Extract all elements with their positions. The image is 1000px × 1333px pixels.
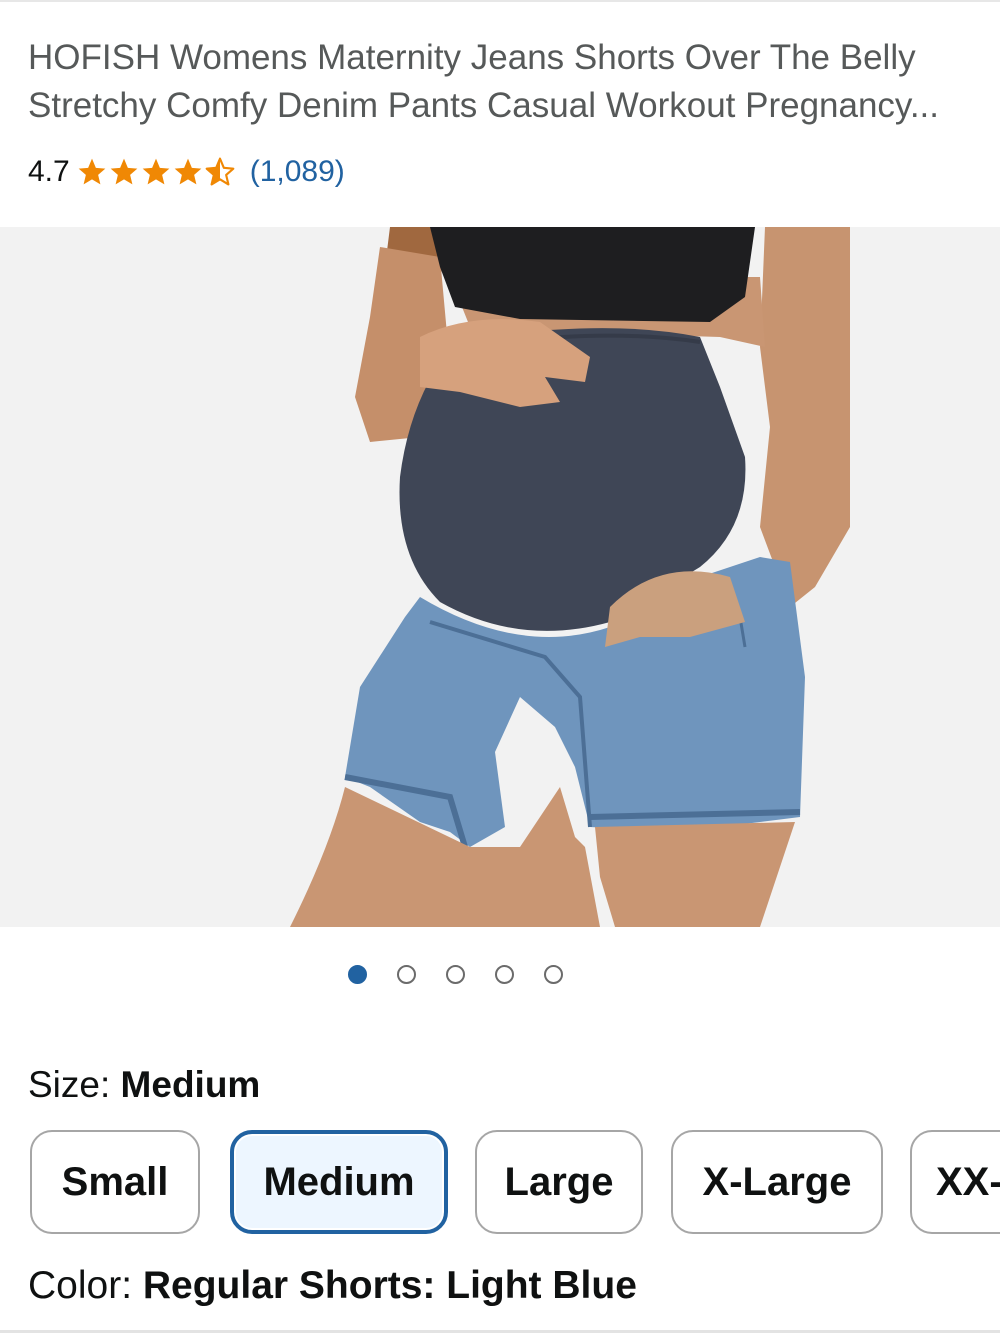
size-option-x-large[interactable]: X-Large	[671, 1130, 883, 1234]
star-half-icon	[205, 157, 235, 186]
product-title-line-1: HOFISH Womens Maternity Jeans Shorts Ove…	[28, 38, 916, 77]
star-full-icon	[110, 158, 138, 185]
product-title-line-2: Stretchy Comfy Denim Pants Casual Workou…	[28, 86, 940, 125]
star-rating	[76, 156, 236, 188]
size-option-medium[interactable]: Medium	[230, 1130, 448, 1234]
carousel-dot[interactable]	[494, 965, 514, 984]
top-divider	[0, 0, 1000, 2]
color-selected-value: Regular Shorts: Light Blue	[142, 1264, 637, 1307]
rating-count-link[interactable]: (1,089)	[250, 155, 345, 189]
product-title[interactable]: HOFISH Womens Maternity Jeans Shorts Ove…	[28, 34, 1000, 130]
carousel-dot[interactable]	[445, 965, 465, 984]
size-selected-value: Medium	[120, 1064, 261, 1105]
size-option-large[interactable]: Large	[475, 1130, 643, 1234]
color-label-prefix: Color:	[28, 1264, 143, 1307]
product-image	[0, 227, 1000, 927]
product-image-carousel[interactable]	[0, 227, 1000, 927]
carousel-dot[interactable]	[543, 965, 563, 984]
carousel-dot[interactable]	[396, 965, 416, 984]
star-full-icon	[78, 158, 106, 185]
star-full-icon	[174, 158, 202, 185]
size-option-xx-large[interactable]: XX-Large	[910, 1130, 1000, 1234]
size-option-small[interactable]: Small	[30, 1130, 200, 1234]
carousel-dot-active[interactable]	[347, 965, 367, 984]
size-label-prefix: Size:	[28, 1064, 121, 1105]
star-full-icon	[142, 158, 170, 185]
carousel-pagination	[0, 965, 1000, 984]
color-label: Color: Regular Shorts: Light Blue	[28, 1262, 637, 1310]
size-label: Size: Medium	[28, 1062, 260, 1108]
rating-row[interactable]: 4.7 (1,089)	[28, 150, 345, 194]
size-options: Small Medium Large X-Large XX-Large	[30, 1130, 1000, 1238]
rating-value: 4.7	[28, 155, 70, 188]
